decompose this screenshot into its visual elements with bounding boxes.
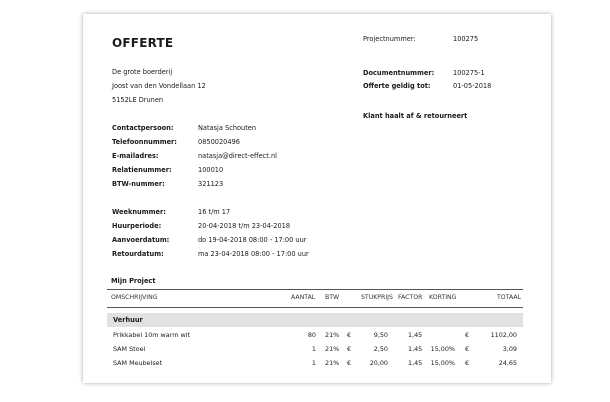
return-date-label: Retourdatum: [112,250,164,258]
row-total: 3,09 [502,345,517,353]
week-number-value: 16 t/m 17 [198,208,231,216]
row-discount: 15,00% [430,359,455,367]
delivery-date-value: do 19-04-2018 08:00 - 17:00 uur [198,236,307,244]
phone-value: 0850020496 [198,138,240,146]
row-currency-total: € [465,359,470,367]
customer-street: Joost van den Vondellaan 12 [112,82,206,90]
row-factor: 1,45 [408,331,423,339]
row-vat: 21% [325,359,340,367]
project-number-label: Projectnummer: [363,35,416,43]
email-value: natasja@direct-effect.nl [198,152,277,160]
table-row: SAM Stoel 1 21% € 2,50 1,45 15,00% € 3,0… [107,343,523,356]
row-currency-total: € [465,345,470,353]
row-unit-price: 2,50 [373,345,388,353]
row-discount: 15,00% [430,345,455,353]
row-quantity: 1 [311,359,316,367]
contact-person-label: Contactpersoon: [112,124,174,132]
row-total: 24,65 [498,359,517,367]
return-date-value: ma 23-04-2018 08:00 - 17:00 uur [198,250,309,258]
column-discount: KORTING [429,294,457,301]
table-row: Prikkabel 10m warm wit 80 21% € 9,50 1,4… [107,329,523,342]
row-currency: € [347,345,352,353]
project-number-value: 100275 [453,35,479,43]
email-label: E-mailadres: [112,152,159,160]
week-number-label: Weeknummer: [112,208,166,216]
customer-city: 5152LE Drunen [112,96,164,104]
document-number-value: 100275-1 [453,69,485,77]
row-unit-price: 9,50 [373,331,388,339]
vat-number-value: 321123 [198,180,224,188]
column-total: TOTAAL [497,294,522,301]
delivery-date-label: Aanvoerdatum: [112,236,170,244]
row-description: SAM Stoel [113,345,146,353]
row-description: Prikkabel 10m warm wit [113,331,190,339]
row-currency: € [347,331,352,339]
group-row: Verhuur [107,313,523,327]
rental-period-value: 20-04-2018 t/m 23-04-2018 [198,222,291,230]
relation-number-value: 100010 [198,166,224,174]
column-vat: BTW [325,294,340,301]
table-row: SAM Meubelset 1 21% € 20,00 1,45 15,00% … [107,357,523,370]
row-vat: 21% [325,345,340,353]
valid-until-value: 01-05-2018 [453,82,492,90]
group-label: Verhuur [113,316,143,324]
project-section-title: Mijn Project [111,277,156,285]
customer-name: De grote boerderij [112,68,173,76]
table-header: OMSCHRIJVING AANTAL BTW STUKPRIJS FACTOR… [107,289,523,308]
column-description: OMSCHRIJVING [111,294,158,301]
rental-period-label: Huurperiode: [112,222,162,230]
row-vat: 21% [325,331,340,339]
row-factor: 1,45 [408,359,423,367]
valid-until-label: Offerte geldig tot: [363,82,431,90]
row-description: SAM Meubelset [113,359,163,367]
relation-number-label: Relatienummer: [112,166,172,174]
row-factor: 1,45 [408,345,423,353]
row-quantity: 80 [307,331,316,339]
vat-number-label: BTW-nummer: [112,180,165,188]
row-currency: € [347,359,352,367]
column-quantity: AANTAL [291,294,316,301]
pickup-note: Klant haalt af & retourneert [363,112,468,120]
phone-label: Telefoonnummer: [112,138,177,146]
column-factor: FACTOR [398,294,423,301]
document-title: OFFERTE [112,36,174,50]
row-currency-total: € [465,331,470,339]
row-total: 1102,00 [490,331,517,339]
document-number-label: Documentnummer: [363,69,435,77]
row-unit-price: 20,00 [369,359,388,367]
contact-person-value: Natasja Schouten [198,124,257,132]
row-quantity: 1 [311,345,316,353]
quote-document: OFFERTE Projectnummer: 100275 De grote b… [83,14,551,383]
column-unit-price: STUKPRIJS [361,294,393,301]
